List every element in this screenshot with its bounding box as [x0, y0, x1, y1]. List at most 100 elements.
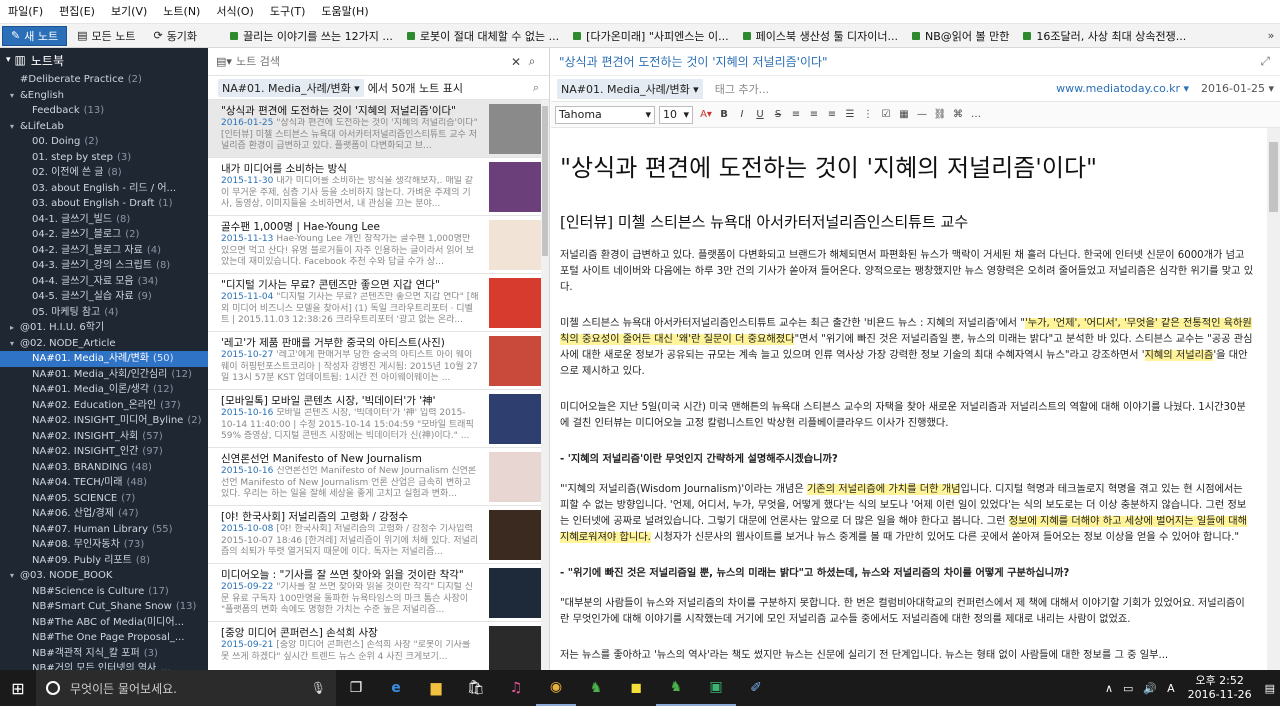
volume-icon[interactable]: 🔊 [1143, 682, 1157, 695]
sidebar-notebook-item[interactable]: ▾ @02. NODE_Article [0, 336, 208, 352]
clear-search-icon[interactable]: ✕ [509, 55, 523, 69]
note-card[interactable]: 신연론선언 Manifesto of New Journalism 2015-10… [208, 448, 549, 506]
edge-icon[interactable]: e [376, 670, 416, 706]
shortcut-item[interactable]: 로봇이 절대 대체할 수 없는 ... [400, 28, 566, 44]
sidebar-notebook-item[interactable]: 04-2. 글쓰기_블로그 자료 (4) [0, 243, 208, 259]
sidebar-notebook-item[interactable]: 03. about English - Draft (1) [0, 196, 208, 212]
kakaotalk-icon[interactable]: ◼ [616, 670, 656, 706]
all-notes-button[interactable]: ▤ 모든 노트 [69, 26, 143, 46]
sidebar-notebook-item[interactable]: ▸ @01. H.I.U. 6학기 [0, 320, 208, 336]
view-options-icon[interactable]: ▤▾ [216, 55, 236, 68]
table-icon[interactable]: ▦ [895, 109, 913, 120]
scrollbar-thumb[interactable] [542, 106, 548, 256]
font-family-select[interactable]: Tahoma ▾ [555, 105, 655, 124]
sidebar-notebook-item[interactable]: NA#03. BRANDING (48) [0, 460, 208, 476]
shortcut-item[interactable]: 끌리는 이야기를 쓰는 12가지 ... [223, 28, 400, 44]
note-title-link[interactable]: "상식과 편견어 도전하는 것이 '지혜의 저널리즘'이다" ⤢ [551, 48, 1280, 76]
divider-icon[interactable]: — [913, 109, 931, 120]
sidebar-notebook-item[interactable]: #Deliberate Practice (2) [0, 72, 208, 88]
collapse-arrow-icon[interactable]: ▾ [6, 55, 11, 65]
tag-input[interactable]: 태그 추가... [715, 81, 769, 97]
sidebar-notebook-item[interactable]: 04-4. 글쓰기_자료 모음 (34) [0, 274, 208, 290]
sidebar-notebook-item[interactable]: NA#02. INSIGHT_미디어_Byline (2) [0, 413, 208, 429]
note-card[interactable]: [야! 한국사회] 저널리즘의 고령화 / 강정수 2015-10-08 [야! 한… [208, 506, 549, 564]
shortcut-more-icon[interactable]: » [1264, 29, 1278, 42]
sidebar-notebook-item[interactable]: 00. Doing (2) [0, 134, 208, 150]
menu-item[interactable]: 노트(N) [155, 0, 208, 24]
tray-expand-icon[interactable]: ∧ [1105, 682, 1113, 695]
align-center-icon[interactable]: ≡ [805, 109, 823, 120]
numbered-list-icon[interactable]: ⋮ [859, 109, 877, 120]
sidebar-notebook-item[interactable]: NA#01. Media_사례/변화 (50) [0, 351, 208, 367]
editor-scrollbar[interactable] [1267, 128, 1280, 670]
paint-icon[interactable]: ✐ [736, 670, 776, 706]
sidebar-notebook-item[interactable]: ▾ @03. NODE_BOOK [0, 568, 208, 584]
note-card[interactable]: 골수팬 1,000명 | Hae-Young Lee 2015-11-13 Hae-… [208, 216, 549, 274]
menu-item[interactable]: 도구(T) [262, 0, 314, 24]
note-search-input[interactable] [236, 52, 509, 71]
sidebar-header[interactable]: ▾ ▥ 노트북 [0, 48, 208, 72]
note-list-scrollbar[interactable] [541, 100, 549, 670]
search-icon[interactable]: ⌕ [523, 54, 541, 69]
align-left-icon[interactable]: ≡ [787, 109, 805, 120]
expand-icon[interactable]: ⤢ [1260, 54, 1270, 69]
text-color-icon[interactable]: A▾ [697, 109, 715, 120]
note-card[interactable]: "상식과 편견에 도전하는 것이 '지혜의 저널리즘'이다" 2016-01-25… [208, 100, 549, 158]
sidebar-notebook-item[interactable]: NA#02. INSIGHT_사회 (57) [0, 429, 208, 445]
sidebar-notebook-item[interactable]: NB#The One Page Proposal_... [0, 630, 208, 646]
menu-item[interactable]: 보기(V) [103, 0, 155, 24]
more-format-icon[interactable]: … [967, 109, 985, 120]
source-url-link[interactable]: www.mediatoday.co.kr ▾ [1056, 82, 1189, 95]
attach-icon[interactable]: ⌘ [949, 109, 967, 120]
store-icon[interactable]: 🛍 [456, 670, 496, 706]
expand-arrow-icon[interactable]: ▾ [10, 119, 20, 135]
sidebar-notebook-item[interactable]: 01. step by step (3) [0, 150, 208, 166]
note-notebook-selector[interactable]: NA#01. Media_사례/변화 ▾ [557, 78, 703, 99]
sidebar-notebook-item[interactable]: NA#06. 산업/경제 (47) [0, 506, 208, 522]
sidebar-notebook-item[interactable]: ▾ &English [0, 88, 208, 104]
sidebar-notebook-item[interactable]: NA#07. Human Library (55) [0, 522, 208, 538]
font-size-select[interactable]: 10 ▾ [659, 105, 693, 124]
sidebar-notebook-item[interactable]: NB#객관적 지식_칼 포퍼 (3) [0, 646, 208, 662]
microphone-icon[interactable]: 🎙 [311, 681, 326, 695]
windows-start-icon[interactable]: ⊞ [0, 670, 36, 706]
sidebar-notebook-item[interactable]: 03. about English - 리드 / 어... [0, 181, 208, 197]
sidebar-notebook-item[interactable]: 05. 마케팅 참고 (4) [0, 305, 208, 321]
network-icon[interactable]: ▭ [1123, 682, 1133, 695]
sidebar-notebook-item[interactable]: NA#02. Education_온라인 (37) [0, 398, 208, 414]
menu-item[interactable]: 서식(O) [208, 0, 261, 24]
search-notes-icon[interactable]: ⌕ [533, 81, 539, 95]
evernote-running-icon[interactable]: ♞ [656, 670, 696, 706]
note-card[interactable]: [모바일톡] 모바일 콘텐츠 시장, '빅데이터'가 '神' 2015-10-16… [208, 390, 549, 448]
notebook-selector[interactable]: NA#01. Media_사례/변화 ▾ [218, 78, 364, 97]
expand-arrow-icon[interactable]: ▸ [10, 320, 20, 336]
bold-icon[interactable]: B [715, 109, 733, 120]
sidebar-notebook-item[interactable]: 04-2. 글쓰기_블로그 (2) [0, 227, 208, 243]
expand-arrow-icon[interactable]: ▾ [10, 568, 20, 584]
italic-icon[interactable]: I [733, 109, 751, 120]
new-note-button[interactable]: ✎ 새 노트 [2, 25, 68, 46]
sidebar-notebook-item[interactable]: NA#09. Publy 리포트 (8) [0, 553, 208, 569]
camtasia-icon[interactable]: ▣ [696, 670, 736, 706]
itunes-icon[interactable]: ♫ [496, 670, 536, 706]
expand-arrow-icon[interactable]: ▾ [10, 88, 20, 104]
menu-item[interactable]: 파일(F) [0, 0, 51, 24]
sidebar-notebook-item[interactable]: 02. 이전에 쓴 글 (8) [0, 165, 208, 181]
align-right-icon[interactable]: ≡ [823, 109, 841, 120]
sidebar-notebook-item[interactable]: 04-1. 글쓰기_빌드 (8) [0, 212, 208, 228]
checkbox-icon[interactable]: ☑ [877, 109, 895, 120]
expand-arrow-icon[interactable]: ▾ [10, 336, 20, 352]
link-icon[interactable]: ⛓ [931, 109, 949, 120]
sidebar-notebook-item[interactable]: NA#04. TECH/미래 (48) [0, 475, 208, 491]
strikethrough-icon[interactable]: S [769, 109, 787, 120]
clock[interactable]: 오후 2:52 2016-11-26 [1188, 674, 1252, 702]
shortcut-item[interactable]: 16조달러, 사상 최대 상속전쟁... [1016, 28, 1193, 44]
menu-item[interactable]: 편집(E) [51, 0, 103, 24]
ime-indicator[interactable]: A [1167, 682, 1175, 695]
shortcut-item[interactable]: NB@읽어 볼 만한 [905, 28, 1016, 44]
note-card[interactable]: 미디어오늘 : "기사를 잘 쓰면 찾아와 읽을 것이란 착각" 2015-09-… [208, 564, 549, 622]
sidebar-notebook-item[interactable]: 04-3. 글쓰기_강의 스크립트 (8) [0, 258, 208, 274]
note-date[interactable]: 2016-01-25 ▾ [1201, 82, 1274, 95]
sidebar-notebook-item[interactable]: NB#Science is Culture (17) [0, 584, 208, 600]
sync-button[interactable]: ⟳ 동기화 [145, 26, 205, 46]
